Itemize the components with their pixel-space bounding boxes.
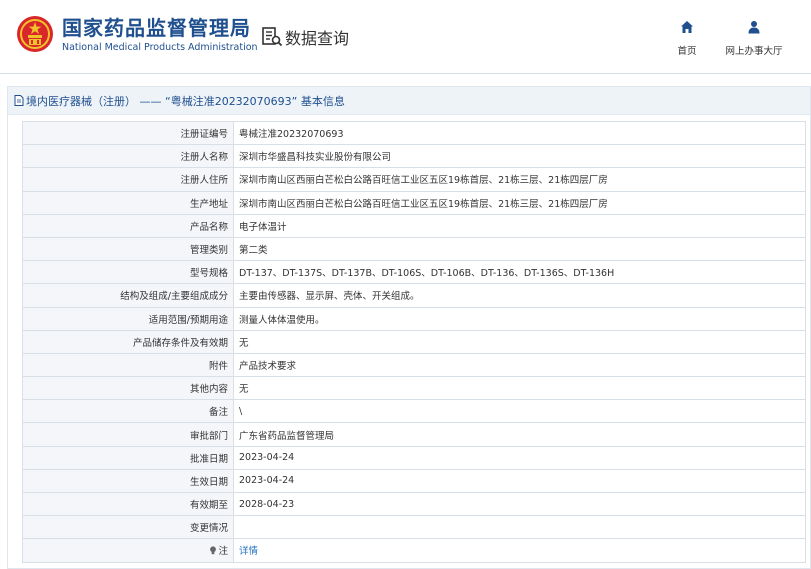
table-row: 有效期至 2028-04-23 <box>22 491 806 517</box>
field-value: 2023-04-24 <box>233 468 806 494</box>
field-value: 粤械注准20232070693 <box>233 120 806 146</box>
table-row: 批准日期 2023-04-24 <box>22 445 806 470</box>
data-query-label: 数据查询 <box>285 29 350 48</box>
field-value: 第二类 <box>233 236 806 262</box>
table-row: 备注 \ <box>22 399 806 424</box>
table-row: 适用范围/预期用途 测量人体体温使用。 <box>22 306 806 331</box>
table-row: 注册人住所 深圳市南山区西丽白芒松白公路百旺信工业区五区19栋首层、21栋三层、2… <box>22 167 806 192</box>
field-value: 广东省药品监督管理局 <box>233 422 806 447</box>
lightbulb-icon <box>210 546 217 555</box>
national-emblem-icon <box>17 16 53 52</box>
panel-title-text: 境内医疗器械（注册） —— “粤械注准20232070693” 基本信息 <box>26 94 345 108</box>
panel-title: 境内医疗器械（注册） —— “粤械注准20232070693” 基本信息 <box>8 87 810 115</box>
field-value <box>233 515 806 540</box>
field-label: 生效日期 <box>22 468 234 494</box>
field-value: 产品技术要求 <box>233 352 806 378</box>
table-row: 注册人名称 深圳市华盛昌科技实业股份有限公司 <box>22 144 806 169</box>
field-label: 其他内容 <box>22 376 234 401</box>
table-row: 型号规格 DT-137、DT-137S、DT-137B、DT-106S、DT-10… <box>22 260 806 285</box>
field-label: 注册人住所 <box>22 167 234 192</box>
basic-info-table: 注册证编号 粤械注准20232070693 注册人名称 深圳市华盛昌科技实业股份有限公… <box>22 120 806 563</box>
document-search-icon <box>262 27 283 47</box>
field-label: 有效期至 <box>22 491 234 517</box>
field-value: 2023-04-24 <box>233 445 806 470</box>
field-value: 2028-04-23 <box>233 491 806 517</box>
basic-info-panel: 境内医疗器械（注册） —— “粤械注准20232070693” 基本信息 注册证… <box>7 86 811 569</box>
table-row: 注册证编号 粤械注准20232070693 <box>22 120 806 146</box>
nav-home[interactable]: 首页 <box>672 20 702 58</box>
site-header: 国家药品监督管理局 National Medical Products Admi… <box>0 0 811 74</box>
field-label: 批准日期 <box>22 445 234 470</box>
field-label: 产品储存条件及有效期 <box>22 329 234 354</box>
table-row: 结构及组成/主要组成成分 主要由传感器、显示屏、壳体、开关组成。 <box>22 283 806 308</box>
field-label: 附件 <box>22 352 234 378</box>
document-icon <box>14 95 24 106</box>
agency-name-en: National Medical Products Administration <box>62 42 258 53</box>
home-icon <box>681 21 693 33</box>
note-value-cell: 详情 <box>233 538 806 563</box>
nav-online-office[interactable]: 网上办事大厅 <box>722 20 786 58</box>
note-label-cell: 注 <box>22 538 234 563</box>
table-row: 生效日期 2023-04-24 <box>22 468 806 494</box>
field-value: 测量人体体温使用。 <box>233 306 806 331</box>
field-value: DT-137、DT-137S、DT-137B、DT-106S、DT-106B、D… <box>233 260 806 285</box>
field-label: 结构及组成/主要组成成分 <box>22 283 234 308</box>
table-row-note: 注详情 <box>22 538 806 563</box>
field-value: 无 <box>233 329 806 354</box>
agency-name-cn: 国家药品监督管理局 <box>62 16 251 40</box>
note-label: 注 <box>218 546 228 558</box>
field-label: 型号规格 <box>22 260 234 285</box>
table-row: 审批部门 广东省药品监督管理局 <box>22 422 806 447</box>
table-row: 其他内容无 <box>22 376 806 401</box>
field-label: 注册人名称 <box>22 144 234 169</box>
field-label: 产品名称 <box>22 213 234 238</box>
table-row: 产品储存条件及有效期无 <box>22 329 806 354</box>
field-value: 主要由传感器、显示屏、壳体、开关组成。 <box>233 283 806 308</box>
field-value: 电子体温计 <box>233 213 806 238</box>
field-value: \ <box>233 399 806 424</box>
field-label: 审批部门 <box>22 422 234 447</box>
field-label: 生产地址 <box>22 190 234 215</box>
field-label: 注册证编号 <box>22 120 234 146</box>
field-value: 深圳市华盛昌科技实业股份有限公司 <box>233 144 806 169</box>
field-value: 深圳市南山区西丽白芒松白公路百旺信工业区五区19栋首层、21栋三层、21栋四层厂… <box>233 190 806 215</box>
table-row: 管理类别 第二类 <box>22 236 806 262</box>
details-link[interactable]: 详情 <box>239 546 258 557</box>
field-label: 变更情况 <box>22 515 234 540</box>
user-icon <box>748 21 760 34</box>
field-value: 无 <box>233 376 806 401</box>
table-row: 生产地址 深圳市南山区西丽白芒松白公路百旺信工业区五区19栋首层、21栋三层、21… <box>22 190 806 215</box>
nav-home-label: 首页 <box>677 46 697 57</box>
table-row: 产品名称 电子体温计 <box>22 213 806 238</box>
table-row: 附件 产品技术要求 <box>22 352 806 378</box>
field-label: 备注 <box>22 399 234 424</box>
table-row: 变更情况 <box>22 515 806 540</box>
nav-online-office-label: 网上办事大厅 <box>725 46 783 57</box>
field-label: 适用范围/预期用途 <box>22 306 234 331</box>
data-query-title: 数据查询 <box>261 24 349 50</box>
field-label: 管理类别 <box>22 236 234 262</box>
field-value: 深圳市南山区西丽白芒松白公路百旺信工业区五区19栋首层、21栋三层、21栋四层厂… <box>233 167 806 192</box>
